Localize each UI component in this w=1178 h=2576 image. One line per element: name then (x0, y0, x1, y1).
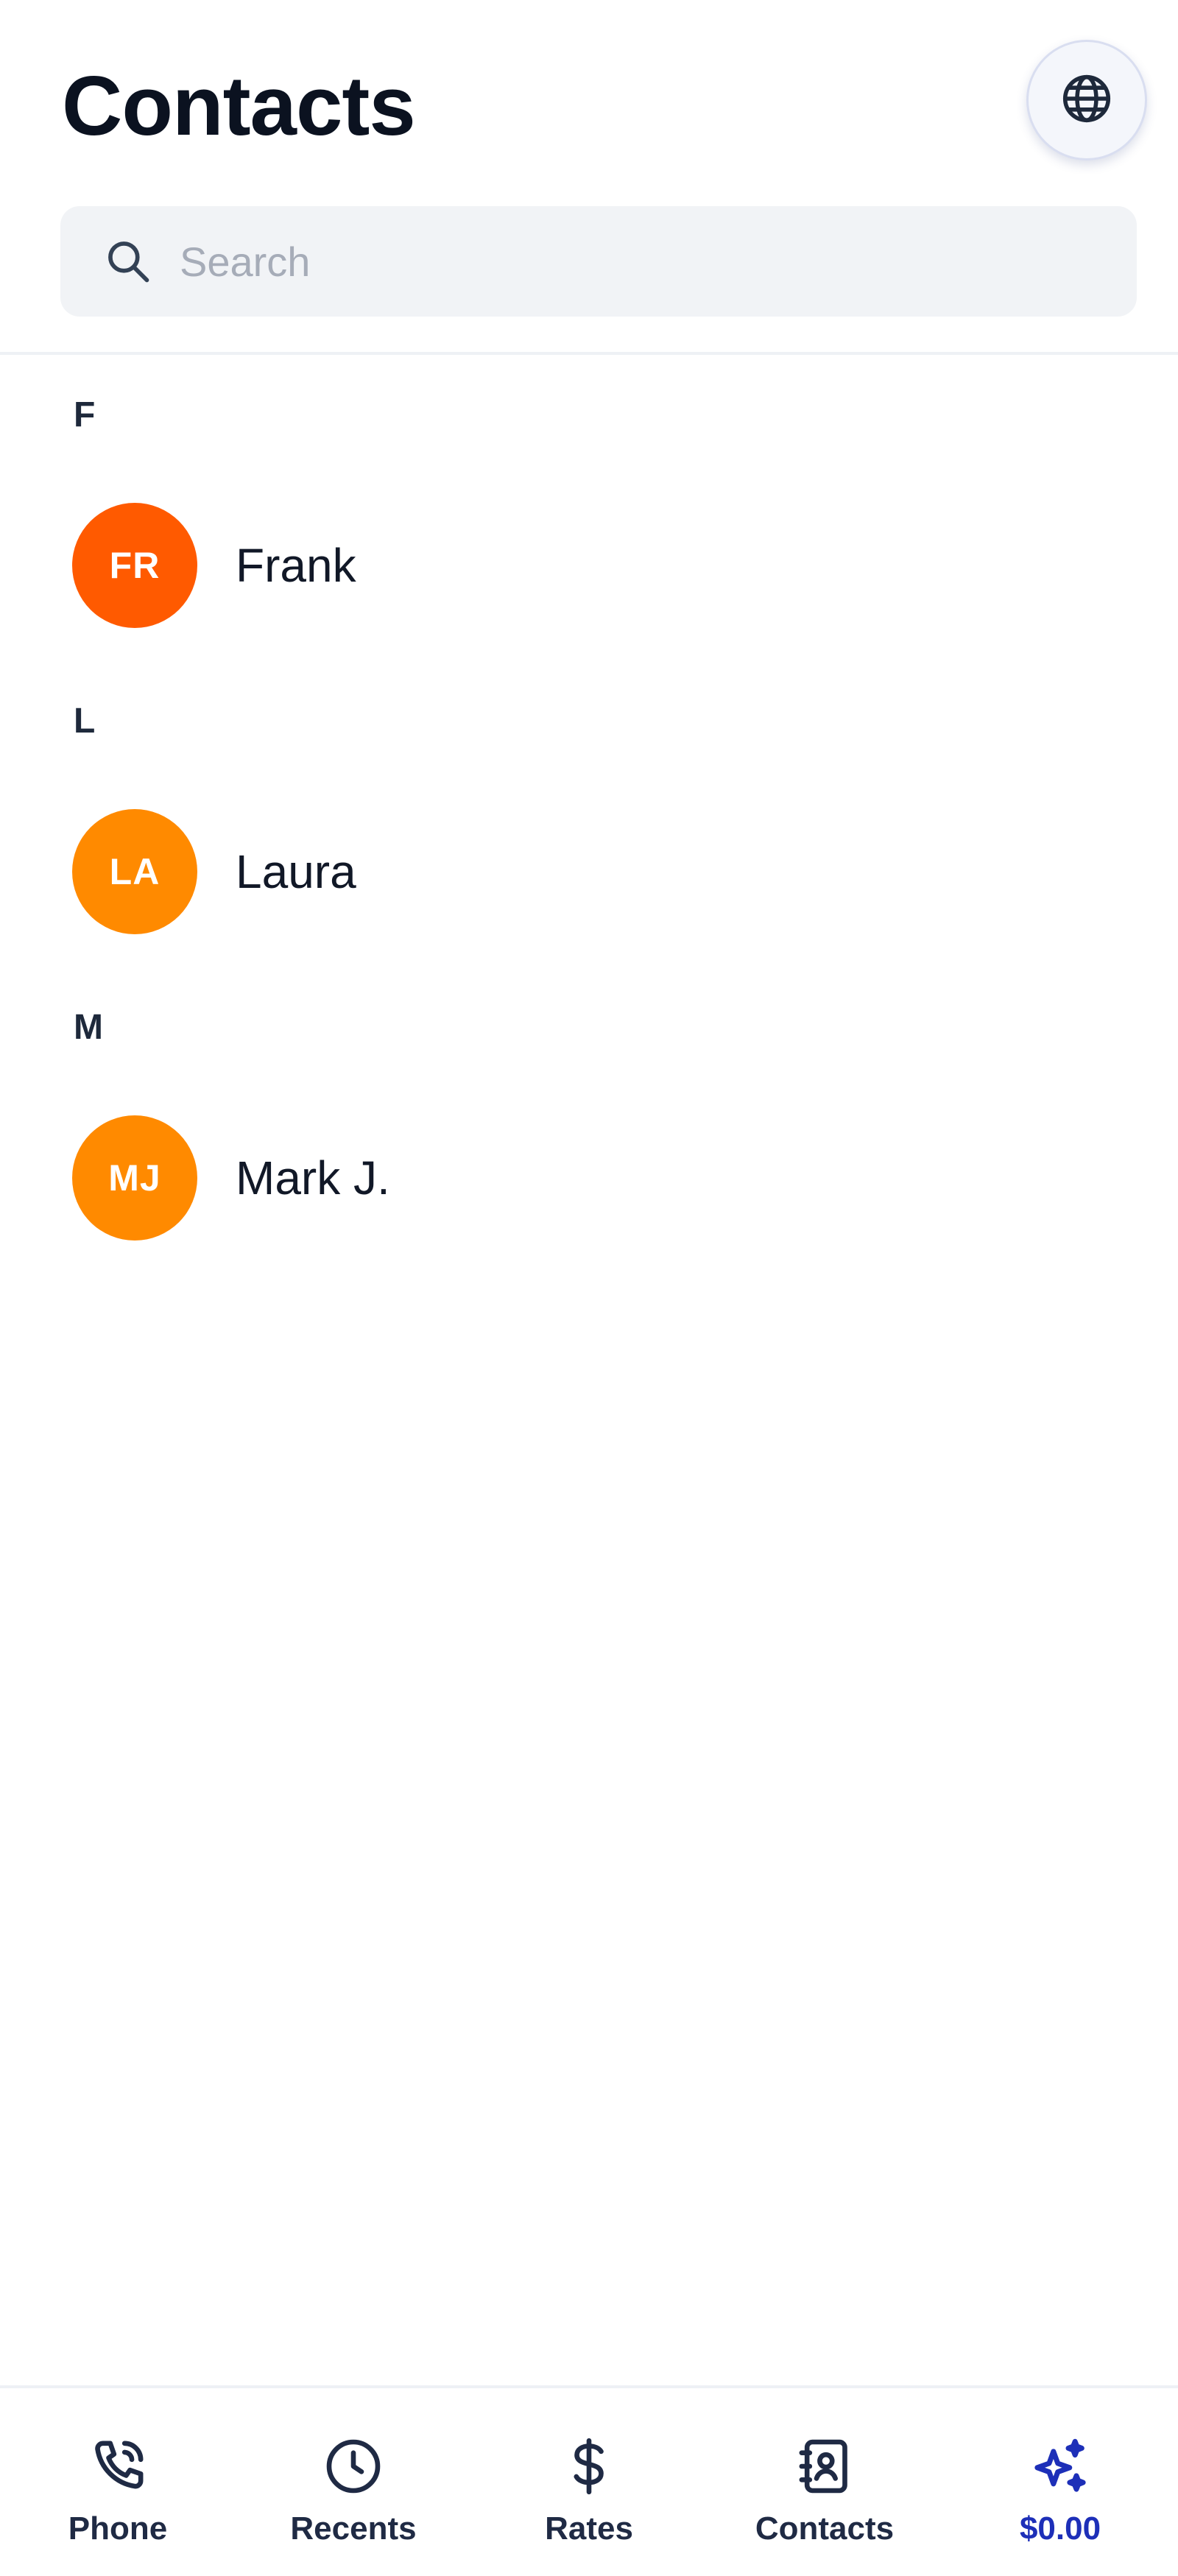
section-f: F FR Frank (0, 358, 1178, 664)
contact-row-mark[interactable]: MJ Mark J. (0, 1079, 1178, 1277)
avatar: FR (72, 503, 197, 628)
globe-button[interactable] (1026, 40, 1147, 160)
phone-icon (82, 2431, 153, 2502)
search-bar[interactable] (60, 206, 1137, 317)
nav-label: Rates (545, 2510, 633, 2547)
nav-item-recents[interactable]: Recents (236, 2388, 471, 2576)
section-l: L LA Laura (0, 664, 1178, 970)
header: Contacts (0, 0, 1178, 355)
nav-label: Phone (68, 2510, 168, 2547)
nav-label: $0.00 (1019, 2510, 1101, 2547)
avatar-initials: FR (109, 545, 161, 586)
contact-row-frank[interactable]: FR Frank (0, 467, 1178, 664)
avatar: MJ (72, 1115, 197, 1241)
avatar-initials: MJ (108, 1157, 161, 1199)
nav-item-balance[interactable]: $0.00 (942, 2388, 1178, 2576)
contacts-screen: Contacts F (0, 0, 1178, 2576)
nav-item-rates[interactable]: Rates (471, 2388, 707, 2576)
nav-label: Recents (290, 2510, 417, 2547)
contacts-book-icon (789, 2431, 860, 2502)
dollar-icon (554, 2431, 624, 2502)
sparkles-icon (1025, 2431, 1096, 2502)
nav-item-phone[interactable]: Phone (0, 2388, 236, 2576)
avatar-initials: LA (109, 851, 161, 892)
section-letter: M (74, 1008, 103, 1047)
bottom-nav: Phone Recents Rates Contacts $0.00 (0, 2385, 1178, 2576)
page-title: Contacts (62, 60, 416, 153)
section-m: M MJ Mark J. (0, 970, 1178, 1277)
contact-row-laura[interactable]: LA Laura (0, 773, 1178, 970)
nav-label: Contacts (755, 2510, 895, 2547)
search-icon (100, 233, 156, 289)
section-letter: L (74, 702, 96, 741)
search-input[interactable] (180, 225, 1063, 298)
contact-name: Frank (236, 539, 356, 592)
globe-icon (1059, 71, 1114, 130)
contact-name: Laura (236, 845, 356, 898)
contact-name: Mark J. (236, 1151, 390, 1204)
clock-icon (318, 2431, 389, 2502)
nav-item-contacts[interactable]: Contacts (707, 2388, 942, 2576)
avatar: LA (72, 809, 197, 934)
contact-list: F FR Frank L LA Laura M MJ Mark J. (0, 358, 1178, 1277)
section-letter: F (74, 395, 96, 434)
